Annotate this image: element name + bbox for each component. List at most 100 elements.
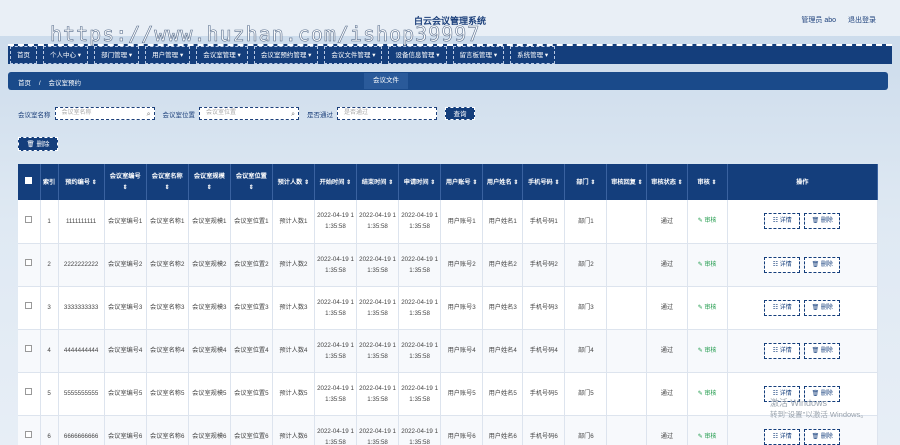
nav-item-6[interactable]: 会议文件管理 ▾ <box>324 46 383 64</box>
table-row[interactable]: 5 5555555555 会议室编号5 会议室名称5 会议室规模5 会议室位置5 预计人数5… <box>18 372 878 416</box>
breadcrumb-center-tab[interactable]: 会议文件 <box>364 73 408 89</box>
cell-end: 2022-04-19 11:35:58 <box>356 286 400 330</box>
audit-link[interactable]: ✎ 审核 <box>698 262 717 268</box>
nav-item-7[interactable]: 设备信息管理 ▾ <box>388 46 447 64</box>
row-checkbox[interactable] <box>25 302 33 309</box>
row-checkbox[interactable] <box>25 388 33 395</box>
detail-button[interactable]: ☷ 详情 <box>764 213 801 230</box>
sort-icon[interactable]: ⇕ <box>344 179 351 186</box>
nav-item-3[interactable]: 用户管理 ▾ <box>145 46 191 64</box>
select-all-checkbox[interactable] <box>25 176 33 184</box>
cell-idx: 1 <box>40 200 59 244</box>
cell-end: 2022-04-19 11:35:58 <box>356 372 400 416</box>
logout-link[interactable]: 退出登录 <box>848 17 876 24</box>
row-checkbox[interactable] <box>25 431 33 438</box>
table-row[interactable]: 3 3333333333 会议室编号3 会议室名称3 会议室规模3 会议室位置3 预计人数3… <box>18 286 878 330</box>
cell-account: 用户账号5 <box>440 372 484 416</box>
sort-icon[interactable]: ⇕ <box>676 179 683 186</box>
column-header[interactable]: 预计人数 ⇕ <box>272 164 315 200</box>
approved-input[interactable]: 是否通过 <box>337 107 437 120</box>
sort-icon[interactable]: ⇕ <box>90 179 97 186</box>
column-header[interactable]: 部门 ⇕ <box>564 164 608 200</box>
nav-item-4[interactable]: 会议室管理 ▾ <box>196 46 248 64</box>
detail-button[interactable]: ☷ 详情 <box>764 299 801 316</box>
table-row[interactable]: 4 4444444444 会议室编号4 会议室名称4 会议室规模4 会议室位置4 预计人数4… <box>18 329 878 373</box>
detail-label: 详情 <box>779 261 792 268</box>
column-header-label: 审核回复 <box>611 178 636 186</box>
sort-icon[interactable]: ⇕ <box>207 184 212 191</box>
cell-apply: 2022-04-19 11:35:58 <box>398 286 442 330</box>
column-header[interactable]: 会议室规模 ⇕ <box>188 164 231 200</box>
nav-item-9[interactable]: 系统管理 ▾ <box>510 46 556 64</box>
sort-icon[interactable]: ⇕ <box>165 184 170 191</box>
row-checkbox[interactable] <box>25 345 33 352</box>
breadcrumb-bar: 首页 / 会议室预约 会议文件 <box>8 72 888 90</box>
cell-actions: ☷ 详情 🗑 删除 <box>727 329 878 373</box>
column-header[interactable]: 预约编号 ⇕ <box>58 164 105 200</box>
room-location-input[interactable]: 会议室位置 ⌕ <box>199 107 299 120</box>
cell-phone: 手机号码1 <box>522 200 566 244</box>
audit-link[interactable]: ✎ 审核 <box>698 434 717 440</box>
sort-icon[interactable]: ⇕ <box>589 179 595 186</box>
audit-link[interactable]: ✎ 审核 <box>698 218 717 224</box>
sort-icon[interactable]: ⇕ <box>710 179 717 186</box>
detail-button[interactable]: ☷ 详情 <box>764 342 801 359</box>
column-header[interactable]: 开始时间 ⇕ <box>314 164 358 200</box>
detail-button[interactable]: ☷ 详情 <box>764 428 801 445</box>
sort-icon[interactable]: ⇕ <box>471 179 477 186</box>
sort-icon[interactable]: ⇕ <box>512 179 518 186</box>
audit-label: 审核 <box>704 261 717 268</box>
row-checkbox[interactable] <box>25 259 33 266</box>
sort-icon[interactable]: ⇕ <box>553 179 559 186</box>
column-header[interactable]: 会议室位置 ⇕ <box>230 164 273 200</box>
cell-scale: 会议室规模5 <box>188 372 231 416</box>
delete-button[interactable]: 🗑 删除 <box>804 342 841 359</box>
sort-icon[interactable]: ⇕ <box>636 179 643 186</box>
column-header[interactable]: 会议室编号 ⇕ <box>104 164 147 200</box>
audit-link[interactable]: ✎ 审核 <box>698 391 717 397</box>
sort-icon[interactable]: ⇕ <box>123 184 128 191</box>
audit-link[interactable]: ✎ 审核 <box>698 348 717 354</box>
column-header[interactable]: 审核回复 ⇕ <box>606 164 648 200</box>
column-header[interactable]: 用户账号 ⇕ <box>440 164 484 200</box>
audit-link[interactable]: ✎ 审核 <box>698 305 717 311</box>
room-name-input[interactable]: 会议室名称 ⌕ <box>54 107 155 120</box>
column-header[interactable]: 手机号码 ⇕ <box>522 164 566 200</box>
delete-button[interactable]: 🗑 删除 <box>804 256 841 273</box>
column-header[interactable]: 结束时间 ⇕ <box>356 164 400 200</box>
cell-audit: ✎ 审核 <box>687 372 728 416</box>
column-header[interactable]: 审核 ⇕ <box>687 164 728 200</box>
column-header[interactable]: 会议室名称 ⇕ <box>146 164 189 200</box>
nav-item-5[interactable]: 会议室预约管理 ▾ <box>253 46 319 64</box>
sort-icon[interactable]: ⇕ <box>249 184 254 191</box>
cell-dept: 部门6 <box>564 415 608 445</box>
breadcrumb-home[interactable]: 首页 <box>18 80 31 87</box>
cell-dept: 部门2 <box>564 243 608 287</box>
table-row[interactable]: 6 6666666666 会议室编号6 会议室名称6 会议室规模6 会议室位置6 预计人数6… <box>18 415 878 445</box>
user-label[interactable]: 管理员 abo <box>801 17 836 24</box>
row-checkbox[interactable] <box>25 215 33 223</box>
nav-item-2[interactable]: 部门管理 ▾ <box>94 46 140 64</box>
delete-button[interactable]: 🗑 删除 <box>804 213 841 230</box>
cell-account: 用户账号3 <box>440 286 484 330</box>
nav-item-8[interactable]: 留言板管理 ▾ <box>452 46 505 64</box>
search-button[interactable]: 查询 <box>445 107 475 120</box>
column-header[interactable]: 申请时间 ⇕ <box>398 164 442 200</box>
nav-item-0[interactable]: 首页 <box>10 46 37 64</box>
table-row[interactable]: 1 1111111111 会议室编号1 会议室名称1 会议室规模1 会议室位置1 预计人数1… <box>18 200 878 244</box>
sort-icon[interactable]: ⇕ <box>386 179 393 186</box>
detail-button[interactable]: ☷ 详情 <box>764 256 801 273</box>
column-header-label: 会议室位置 <box>235 173 267 180</box>
column-header[interactable]: 索引 <box>40 164 59 200</box>
sort-icon[interactable]: ⇕ <box>302 179 309 186</box>
column-header[interactable]: 用户姓名 ⇕ <box>482 164 524 200</box>
delete-button[interactable]: 🗑 删除 <box>804 299 841 316</box>
cell-apply: 2022-04-19 11:35:58 <box>398 329 442 373</box>
table-row[interactable]: 2 2222222222 会议室编号2 会议室名称2 会议室规模2 会议室位置2 预计人数2… <box>18 243 878 287</box>
cell-idx: 2 <box>40 243 59 287</box>
batch-delete-button[interactable]: 🗑 删除 <box>18 137 58 151</box>
column-header[interactable]: 审核状态 ⇕ <box>646 164 688 200</box>
nav-item-1[interactable]: 个人中心 ▾ <box>43 46 89 64</box>
sort-icon[interactable]: ⇕ <box>429 179 435 186</box>
delete-button[interactable]: 🗑 删除 <box>804 428 841 445</box>
